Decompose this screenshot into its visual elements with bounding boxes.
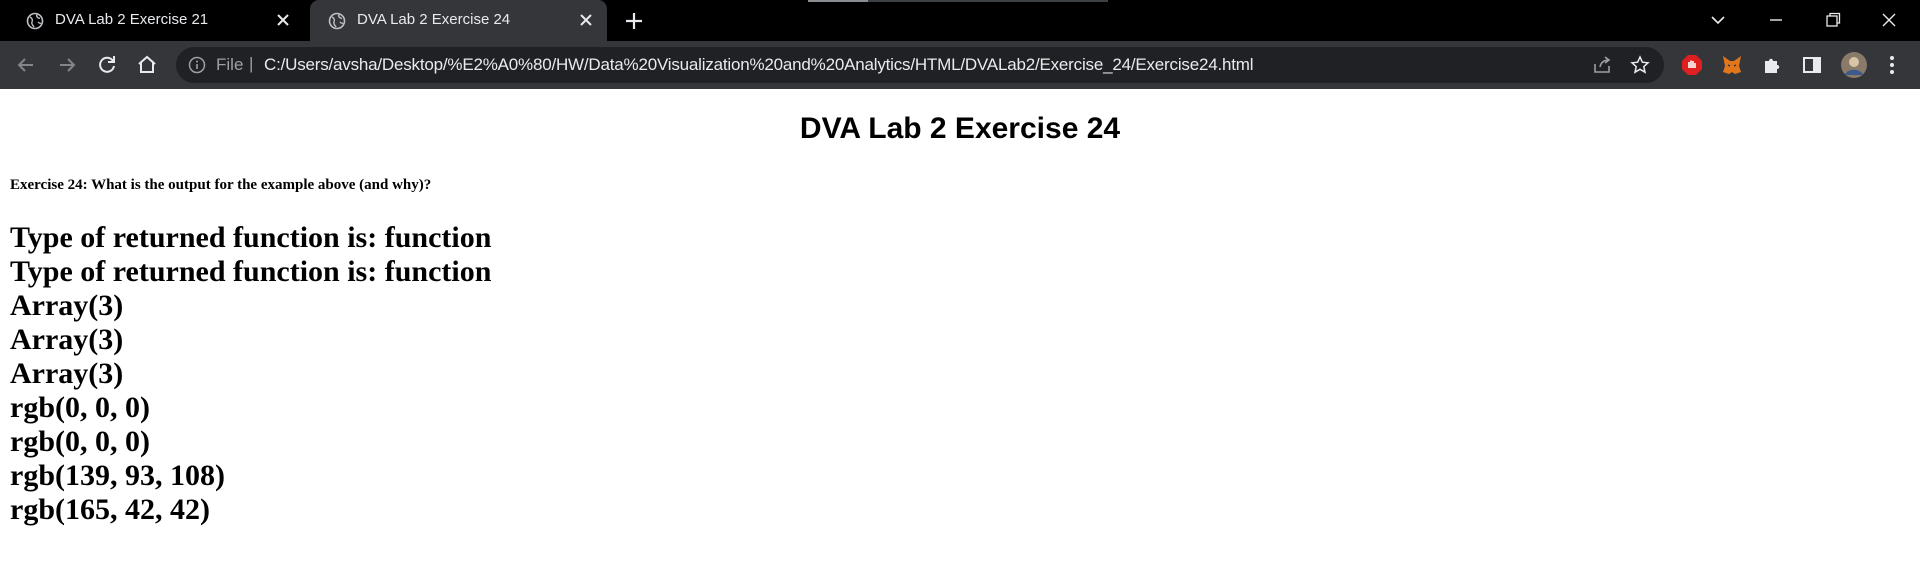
minimize-icon[interactable]: [1765, 9, 1787, 31]
tab-exercise-24[interactable]: DVA Lab 2 Exercise 24: [310, 0, 607, 41]
output-list: Type of returned function is: function T…: [10, 221, 491, 527]
scheme-label: File: [216, 55, 244, 74]
page-content: DVA Lab 2 Exercise 24 Exercise 24: What …: [0, 89, 1920, 575]
output-line: Array(3): [10, 357, 124, 390]
output-line: Array(3): [10, 289, 124, 322]
side-panel-icon[interactable]: [1800, 53, 1824, 77]
profile-avatar[interactable]: [1840, 51, 1868, 79]
output-line: rgb(165, 42, 42): [10, 493, 210, 526]
url-text[interactable]: C:/Users/avsha/Desktop/%E2%A0%80/HW/Data…: [264, 55, 1254, 75]
page-title: DVA Lab 2 Exercise 24: [799, 112, 1121, 145]
close-icon[interactable]: [274, 11, 292, 29]
output-line: Array(3): [10, 323, 124, 356]
bookmark-star-icon[interactable]: [1630, 55, 1650, 75]
output-line: rgb(139, 93, 108): [10, 459, 225, 492]
restore-icon[interactable]: [1822, 9, 1844, 31]
output-line: Type of returned function is: function: [10, 221, 492, 254]
tab-title: DVA Lab 2 Exercise 24: [357, 11, 511, 28]
browser-toolbar: File | C:/Users/avsha/Desktop/%E2%A0%80/…: [0, 41, 1920, 89]
new-tab-plus-icon[interactable]: [623, 10, 645, 32]
globe-icon: [26, 12, 44, 30]
info-icon[interactable]: [188, 56, 206, 74]
metamask-fox-icon[interactable]: [1720, 53, 1744, 77]
menu-kebab-icon[interactable]: [1880, 53, 1904, 77]
output-line: Type of returned function is: function: [10, 255, 492, 288]
scheme-separator: |: [249, 54, 254, 73]
back-arrow-icon[interactable]: [14, 53, 38, 77]
forward-arrow-icon[interactable]: [55, 53, 79, 77]
tab-exercise-21[interactable]: DVA Lab 2 Exercise 21: [8, 0, 304, 41]
output-line: rgb(0, 0, 0): [10, 425, 150, 458]
tab-strip: DVA Lab 2 Exercise 21 DVA Lab 2 Exercise…: [0, 0, 1920, 41]
drag-region-indicator: [808, 0, 1108, 2]
address-bar[interactable]: File | C:/Users/avsha/Desktop/%E2%A0%80/…: [176, 47, 1664, 83]
output-line: rgb(0, 0, 0): [10, 391, 150, 424]
home-icon[interactable]: [135, 53, 159, 77]
globe-icon: [328, 12, 346, 30]
adblock-extension-icon[interactable]: [1680, 53, 1704, 77]
exercise-question: Exercise 24: What is the output for the …: [10, 177, 432, 193]
close-window-icon[interactable]: [1878, 9, 1900, 31]
close-icon[interactable]: [577, 11, 595, 29]
tab-title: DVA Lab 2 Exercise 21: [55, 11, 209, 28]
reload-icon[interactable]: [95, 53, 119, 77]
share-icon[interactable]: [1592, 55, 1612, 75]
tab-search-chevron-icon[interactable]: [1707, 9, 1729, 31]
extensions-puzzle-icon[interactable]: [1760, 53, 1784, 77]
